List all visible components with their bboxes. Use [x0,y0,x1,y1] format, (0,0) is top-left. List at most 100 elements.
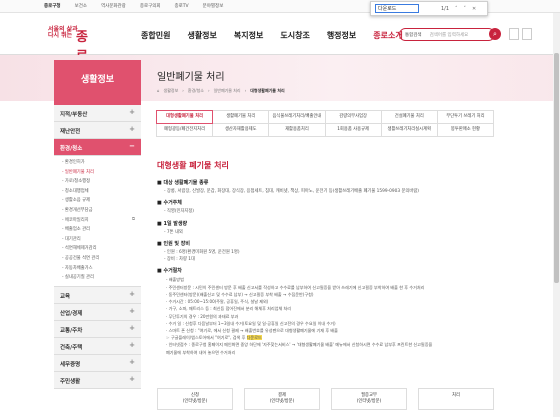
side-nav: 지적/부동산 + 재난안전 + 환경/청소 − - 환경인허가 - 일반폐기물 처리 … [54,105,141,389]
find-next-icon[interactable]: ˅ [464,6,467,12]
nav-item[interactable]: 종합민원 [141,30,170,41]
lnb-subitem[interactable]: - 생활소음 규제 [62,197,135,207]
lnb-subitem-active[interactable]: - 일반폐기물 처리 [62,169,135,179]
breadcrumb-item[interactable]: 환경/청소 [188,88,204,94]
utility-link[interactable]: 종로구의회 [140,3,161,9]
section-title: ■ 인원 및 장비 [157,240,190,247]
nav-item[interactable]: 생활정보 [187,30,216,41]
breadcrumb-item[interactable]: 생활정보 [164,88,179,94]
scrollbar-thumb[interactable] [554,53,559,283]
lnb-menu[interactable]: 세무증명 + [54,354,141,372]
search-input[interactable]: 검색어를 입력하세요 [430,32,469,38]
tab[interactable]: 무단투기 쓰레기 처리 [436,110,495,124]
plus-icon: + [129,125,135,133]
section-text: 폐기물에 부착하여 내어 놓으면 수거처리 [166,349,236,355]
flow-step: 처리 [418,388,494,410]
breadcrumb-item[interactable]: 일반폐기물 처리 [214,88,241,94]
section-text: - 배출방법 [166,277,184,283]
utility-link[interactable]: 종로TV [175,3,189,9]
process-flow: 신청 (인터넷/방문) 결제 (인터넷/방문) 필증교부 (인터넷/방문) 처리 [157,388,494,410]
lnb-subitem[interactable]: - 환경개선부담금 [62,207,135,217]
section-title: ■ 수거절차 [157,268,182,275]
main-content: 대형생활 폐기물 처리 ■ 대상 생활폐기물 종류 - 장롱, 서랍장, 신발장… [157,160,494,356]
lnb-menu[interactable]: 교통/주차 + [54,320,141,338]
flow-step: 결제 (인터넷/방문) [244,388,320,410]
lnb-menu[interactable]: 건축/주택 + [54,337,141,355]
find-prev-icon[interactable]: ˄ [455,6,458,12]
tab[interactable]: 감량의무사업장 [324,110,382,124]
menu-icon[interactable] [522,28,532,40]
tab-active[interactable]: 대형생활폐기물 처리 [156,110,214,124]
plus-icon: + [129,108,135,116]
sitemap-icon[interactable] [509,28,519,40]
tab[interactable]: 폐형광등/폐건전지처리 [156,123,214,137]
lnb-subitem[interactable]: - 에코마일리지 ⧉ [62,217,135,227]
section-text: · 무단투기의 경우 : 20만원의 과태료 부과 [166,313,239,319]
tab[interactable]: 봉투판매소 현황 [436,123,495,137]
section-title: ■ 대상 생활폐기물 종류 [157,180,209,186]
lnb-subitem[interactable]: - 가로/청소행정 [62,178,135,188]
lnb-subitem[interactable]: - 자동차배출가스 [62,265,135,275]
lnb-menu-active[interactable]: 환경/청소 − [54,139,141,156]
lnb-menu[interactable]: 주민생활 + [54,371,141,389]
plus-icon: + [129,323,135,332]
lnb-menu[interactable]: 지적/부동산 + [54,105,141,122]
external-link-icon: ⧉ [131,216,135,222]
tab[interactable]: 생산자재활용제도 [212,123,270,137]
section-title: ■ 수거주체 [157,200,182,207]
header-buttons [509,28,532,40]
utility-link[interactable]: 종로구청 [44,3,61,9]
nav-item[interactable]: 도시창조 [280,30,309,41]
section-text: - 7톤 내외 [164,229,183,235]
breadcrumb: ⌂ 생활정보 › 환경/청소 › 일반폐기물 처리 › 대형생활폐기물 처리 [157,88,285,94]
scrollbar[interactable] [553,13,560,417]
tab[interactable]: 1회용품 사용규제 [324,123,382,137]
tab[interactable]: 건설폐기물 처리 [380,110,438,124]
section-text: - 인원 : 6명(환경미화원 5명, 운전원 1명) [164,249,240,255]
search-box[interactable]: 통합검색 검색어를 입력하세요 [399,28,495,41]
section-text: · 가구, 소파, 매트리스 등 : 최신등 접어진에서 분리 해체후 처리업체… [166,306,292,312]
tab[interactable]: 음식물쓰레기처리/배출안내 [268,110,326,124]
section-text: · 동주민센터(방문)(배출신고 및 수수료 납부) → 신고필증 부착 배출 … [166,291,314,297]
site-header: 서울의 삶과 다시 뛰는 종로 종합민원 생활정보 복지정보 도시창조 행정정보… [0,13,560,65]
logo-line2: 다시 뛰는 [48,32,73,39]
lnb-subitem[interactable]: - 배출업소 관리 [62,226,135,236]
lnb-subitem[interactable]: - 석면해체제거감리 [62,245,135,255]
tab[interactable]: 재활용품처리 [268,123,326,137]
find-in-page-bar: 다운로드 1/1 ˄ ˅ ✕ [370,1,488,16]
utility-link[interactable]: 분야별정보 [203,3,224,9]
find-input[interactable]: 다운로드 [375,4,419,13]
utility-links: 종로구청 보건소 역사문화관광 종로구의회 종로TV 분야별정보 [44,3,223,9]
site-logo[interactable]: 서울의 삶과 다시 뛰는 종로 [48,27,88,65]
section-text: · 스마트 폰 신청 : "여기로, 에서 신청 결제 → 배출번호를 유성펜으… [166,327,338,333]
content-tabs: 대형생활폐기물 처리 생활폐기물 처리 음식물쓰레기처리/배출안내 감량의무사업… [156,110,495,137]
search-icon[interactable]: ⌕ [489,28,501,40]
plus-icon: + [129,306,135,315]
lnb-menu[interactable]: 재난안전 + [54,122,141,139]
lnb-subitem[interactable]: - 환경인허가 [62,159,135,169]
section-text: · 인터넷접수 : 종로구청 홈페이지 메인화면 중앙 하단에 '자주찾는서비스… [166,342,433,348]
tab[interactable]: 생활폐기물 처리 [212,110,270,124]
search-scope[interactable]: 통합검색 [405,32,422,38]
section-text: - 장롱, 서랍장, 신발장, 문갑, 화장대, 장식장, 응접세트, 침대, … [164,189,419,194]
nav-item[interactable]: 복지정보 [234,30,263,41]
utility-link[interactable]: 보건소 [75,3,87,9]
lnb-menu[interactable]: 교육 + [54,286,141,304]
home-icon[interactable]: ⌂ [157,88,160,94]
nav-item[interactable]: 행정정보 [327,30,356,41]
lnb-subitem[interactable]: - 실내공기질 관리 [62,274,135,284]
plus-icon: + [129,357,135,366]
find-count: 1/1 [441,5,450,12]
breadcrumb-item: 대형생활폐기물 처리 [250,88,285,93]
lnb-subitem[interactable]: - 공공건물 석면 관리 [62,255,135,265]
tab[interactable]: 생활쓰레기처리실시계획 [380,123,438,137]
section-text: - 장비 : 차량 1대 [164,257,195,263]
find-close-icon[interactable]: ✕ [472,6,476,12]
section-text: · 수거시간 : 05:00~15:00(주말, 공휴일, 주식, 설날 제외) [166,299,269,305]
lnb-subitem[interactable]: - 대기관리 [62,236,135,246]
lnb-menu[interactable]: 산업/경제 + [54,303,141,321]
lnb-subitem[interactable]: - 청소대행업체 [62,188,135,198]
lnb-title: 생활정보 [54,60,141,105]
section-text: · 수거 일 : 신청후 다음날부터 1~3일내 수거(토요일 및 일·공휴일 … [166,320,336,326]
utility-link[interactable]: 역사문화관광 [101,3,126,9]
